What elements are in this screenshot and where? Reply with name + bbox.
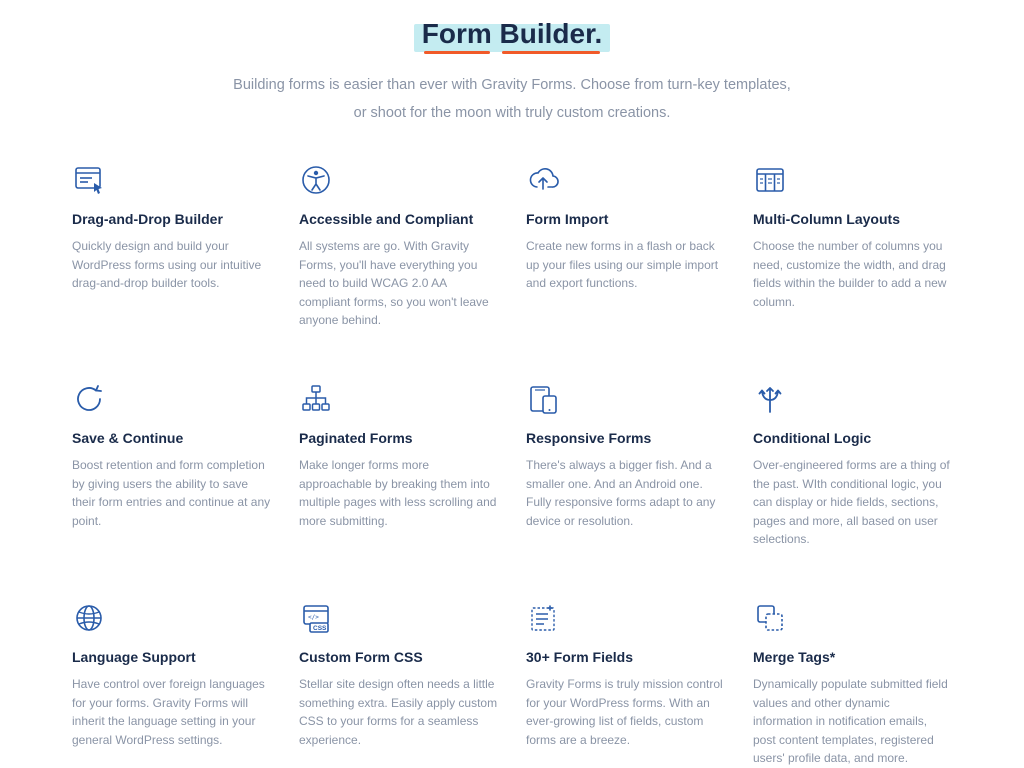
feature-description: Boost retention and form completion by g… <box>72 456 271 530</box>
feature-title: Drag-and-Drop Builder <box>72 211 271 227</box>
globe-icon <box>72 601 106 635</box>
responsive-devices-icon <box>526 382 560 416</box>
feature-description: Create new forms in a flash or back up y… <box>526 237 725 293</box>
feature-title: Paginated Forms <box>299 430 498 446</box>
cloud-upload-icon <box>526 163 560 197</box>
feature-card: 30+ Form Fields Gravity Forms is truly mi… <box>526 601 725 768</box>
feature-title: Form Import <box>526 211 725 227</box>
feature-description: All systems are go. With Gravity Forms, … <box>299 237 498 330</box>
hero-section: Form Builder. Building forms is easier t… <box>72 14 952 127</box>
drag-drop-builder-icon <box>72 163 106 197</box>
feature-card: Language Support Have control over foreig… <box>72 601 271 768</box>
features-grid: Drag-and-Drop Builder Quickly design and … <box>72 163 952 768</box>
paginated-tree-icon <box>299 382 333 416</box>
feature-card: Merge Tags* Dynamically populate submitte… <box>753 601 952 768</box>
columns-layout-icon <box>753 163 787 197</box>
feature-description: Choose the number of columns you need, c… <box>753 237 952 311</box>
feature-card: Paginated Forms Make longer forms more ap… <box>299 382 498 549</box>
feature-description: Quickly design and build your WordPress … <box>72 237 271 293</box>
feature-title: Conditional Logic <box>753 430 952 446</box>
title-word-1: Form <box>422 18 492 50</box>
title-word-2: Builder. <box>500 18 603 50</box>
form-fields-icon <box>526 601 560 635</box>
feature-title: Merge Tags* <box>753 649 952 665</box>
feature-card: Conditional Logic Over-engineered forms a… <box>753 382 952 549</box>
feature-card: Save & Continue Boost retention and form … <box>72 382 271 549</box>
feature-card: Form Import Create new forms in a flash o… <box>526 163 725 330</box>
feature-title: 30+ Form Fields <box>526 649 725 665</box>
feature-description: There's always a bigger fish. And a smal… <box>526 456 725 530</box>
feature-card: Drag-and-Drop Builder Quickly design and … <box>72 163 271 330</box>
feature-title: Accessible and Compliant <box>299 211 498 227</box>
feature-card: Multi-Column Layouts Choose the number of… <box>753 163 952 330</box>
save-refresh-icon <box>72 382 106 416</box>
merge-tags-icon <box>753 601 787 635</box>
feature-title: Save & Continue <box>72 430 271 446</box>
feature-description: Over-engineered forms are a thing of the… <box>753 456 952 549</box>
feature-title: Multi-Column Layouts <box>753 211 952 227</box>
feature-title: Responsive Forms <box>526 430 725 446</box>
feature-title: Custom Form CSS <box>299 649 498 665</box>
page-subtitle: Building forms is easier than ever with … <box>232 72 792 127</box>
feature-description: Stellar site design often needs a little… <box>299 675 498 749</box>
feature-card: Accessible and Compliant All systems are … <box>299 163 498 330</box>
css-window-icon <box>299 601 333 635</box>
feature-description: Make longer forms more approachable by b… <box>299 456 498 530</box>
branching-arrows-icon <box>753 382 787 416</box>
feature-description: Have control over foreign languages for … <box>72 675 271 749</box>
accessibility-icon <box>299 163 333 197</box>
feature-description: Gravity Forms is truly mission control f… <box>526 675 725 749</box>
feature-card: Custom Form CSS Stellar site design often… <box>299 601 498 768</box>
page-title: Form Builder. <box>416 14 608 54</box>
feature-title: Language Support <box>72 649 271 665</box>
feature-card: Responsive Forms There's always a bigger … <box>526 382 725 549</box>
feature-description: Dynamically populate submitted field val… <box>753 675 952 768</box>
